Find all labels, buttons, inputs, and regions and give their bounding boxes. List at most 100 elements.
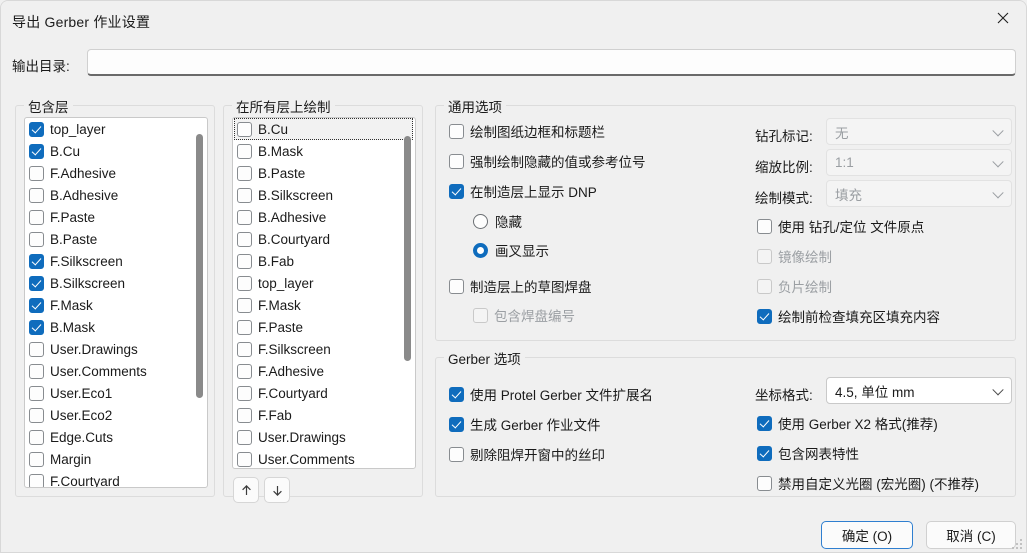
checkbox[interactable] [237, 121, 252, 137]
checkbox[interactable] [757, 248, 772, 264]
checkbox[interactable] [29, 231, 44, 247]
checkbox[interactable] [449, 153, 464, 169]
radio-dnp-cross[interactable]: 画叉显示 [473, 240, 549, 260]
checkbox[interactable] [237, 297, 252, 313]
list-item[interactable]: User.Drawings [25, 338, 207, 360]
list-item[interactable]: User.Eco1 [25, 382, 207, 404]
checkbox[interactable] [237, 341, 252, 357]
resize-grip[interactable] [1010, 537, 1022, 549]
checkbox[interactable] [29, 429, 44, 445]
checkbox[interactable] [757, 415, 772, 431]
list-item[interactable]: User.Comments [25, 360, 207, 382]
checkbox[interactable] [237, 385, 252, 401]
option-protel-extensions[interactable]: 使用 Protel Gerber 文件扩展名 [449, 384, 653, 404]
list-item[interactable]: F.Paste [25, 206, 207, 228]
checkbox[interactable] [237, 253, 252, 269]
list-item[interactable]: top_layer [233, 272, 415, 294]
checkbox[interactable] [757, 445, 772, 461]
checkbox[interactable] [757, 278, 772, 294]
list-item[interactable]: B.Cu [25, 140, 207, 162]
checkbox[interactable] [29, 473, 44, 487]
option-plot-border-title-block[interactable]: 绘制图纸边框和标题栏 [449, 121, 605, 141]
radio-dnp-hide[interactable]: 隐藏 [473, 211, 522, 231]
list-item[interactable]: F.Mask [25, 294, 207, 316]
checkbox[interactable] [29, 407, 44, 423]
checkbox[interactable] [29, 165, 44, 181]
move-up-button[interactable] [233, 477, 259, 503]
option-use-drill-origin[interactable]: 使用 钻孔/定位 文件原点 [757, 216, 924, 236]
move-down-button[interactable] [264, 477, 290, 503]
list-item[interactable]: F.Fab [233, 404, 415, 426]
list-item[interactable]: F.Mask [233, 294, 415, 316]
checkbox[interactable] [29, 451, 44, 467]
checkbox[interactable] [237, 363, 252, 379]
checkbox[interactable] [29, 253, 44, 269]
plot-on-all-layers-listbox[interactable]: B.Cu B.Mask B.Paste B.Silkscreen B.Adhesive B… [232, 117, 416, 469]
scale-select[interactable]: 1:1 [826, 149, 1012, 176]
coordinate-format-select[interactable]: 4.5, 单位 mm [826, 377, 1012, 404]
list-item[interactable]: B.Silkscreen [233, 184, 415, 206]
plot-on-all-layers-list[interactable]: B.Cu B.Mask B.Paste B.Silkscreen B.Adhesive B… [233, 118, 415, 468]
checkbox[interactable] [29, 209, 44, 225]
scrollbar-thumb[interactable] [404, 136, 411, 361]
checkbox[interactable] [757, 475, 772, 491]
scrollbar-thumb[interactable] [196, 134, 203, 398]
checkbox[interactable] [237, 319, 252, 335]
list-item[interactable]: Margin [25, 448, 207, 470]
list-item[interactable]: B.Mask [233, 140, 415, 162]
checkbox[interactable] [237, 429, 252, 445]
list-item[interactable]: User.Comments [233, 448, 415, 468]
include-layers-listbox[interactable]: top_layer B.Cu F.Adhesive B.Adhesive F.Paste… [24, 117, 208, 488]
checkbox[interactable] [29, 275, 44, 291]
plot-mode-select[interactable]: 填充 [826, 180, 1012, 207]
list-item[interactable]: B.Adhesive [233, 206, 415, 228]
list-item[interactable]: top_layer [25, 118, 207, 140]
plot-on-all-layers-scrollbar[interactable] [402, 120, 412, 466]
option-check-zone-fills[interactable]: 绘制前检查填充区填充内容 [757, 306, 940, 326]
radio[interactable] [473, 213, 488, 229]
checkbox[interactable] [237, 407, 252, 423]
checkbox[interactable] [237, 209, 252, 225]
checkbox[interactable] [237, 143, 252, 159]
checkbox[interactable] [449, 183, 464, 199]
option-gerber-x2[interactable]: 使用 Gerber X2 格式(推荐) [757, 413, 938, 433]
checkbox[interactable] [449, 446, 464, 462]
checkbox[interactable] [237, 231, 252, 247]
output-directory-input[interactable] [87, 49, 1016, 76]
list-item[interactable]: B.Paste [25, 228, 207, 250]
cancel-button[interactable]: 取消 (C) [926, 521, 1016, 549]
list-item[interactable]: B.Adhesive [25, 184, 207, 206]
list-item[interactable]: B.Courtyard [233, 228, 415, 250]
checkbox[interactable] [29, 143, 44, 159]
option-sketch-pads[interactable]: 制造层上的草图焊盘 [449, 276, 592, 296]
checkbox[interactable] [29, 121, 44, 137]
checkbox[interactable] [757, 218, 772, 234]
checkbox[interactable] [237, 187, 252, 203]
list-item[interactable]: User.Drawings [233, 426, 415, 448]
list-item[interactable]: F.Courtyard [233, 382, 415, 404]
list-item[interactable]: F.Adhesive [25, 162, 207, 184]
radio[interactable] [473, 242, 488, 258]
drill-marks-select[interactable]: 无 [826, 118, 1012, 145]
include-layers-list[interactable]: top_layer B.Cu F.Adhesive B.Adhesive F.Paste… [25, 118, 207, 487]
option-negative-plot[interactable]: 负片绘制 [757, 276, 832, 296]
checkbox[interactable] [237, 275, 252, 291]
option-subtract-mask-from-silk[interactable]: 剔除阻焊开窗中的丝印 [449, 444, 605, 464]
list-item[interactable]: Edge.Cuts [25, 426, 207, 448]
option-include-pad-numbers[interactable]: 包含焊盘编号 [473, 305, 575, 325]
checkbox[interactable] [449, 416, 464, 432]
checkbox[interactable] [29, 297, 44, 313]
list-item[interactable]: User.Eco2 [25, 404, 207, 426]
checkbox[interactable] [449, 123, 464, 139]
checkbox[interactable] [29, 385, 44, 401]
ok-button[interactable]: 确定 (O) [821, 521, 913, 549]
option-generate-job-file[interactable]: 生成 Gerber 作业文件 [449, 414, 601, 434]
checkbox[interactable] [757, 308, 772, 324]
checkbox[interactable] [237, 451, 252, 467]
list-item[interactable]: F.Silkscreen [25, 250, 207, 272]
list-item[interactable]: F.Paste [233, 316, 415, 338]
checkbox[interactable] [237, 165, 252, 181]
option-mirrored-plot[interactable]: 镜像绘制 [757, 246, 832, 266]
list-item[interactable]: F.Silkscreen [233, 338, 415, 360]
close-icon[interactable] [980, 1, 1026, 35]
